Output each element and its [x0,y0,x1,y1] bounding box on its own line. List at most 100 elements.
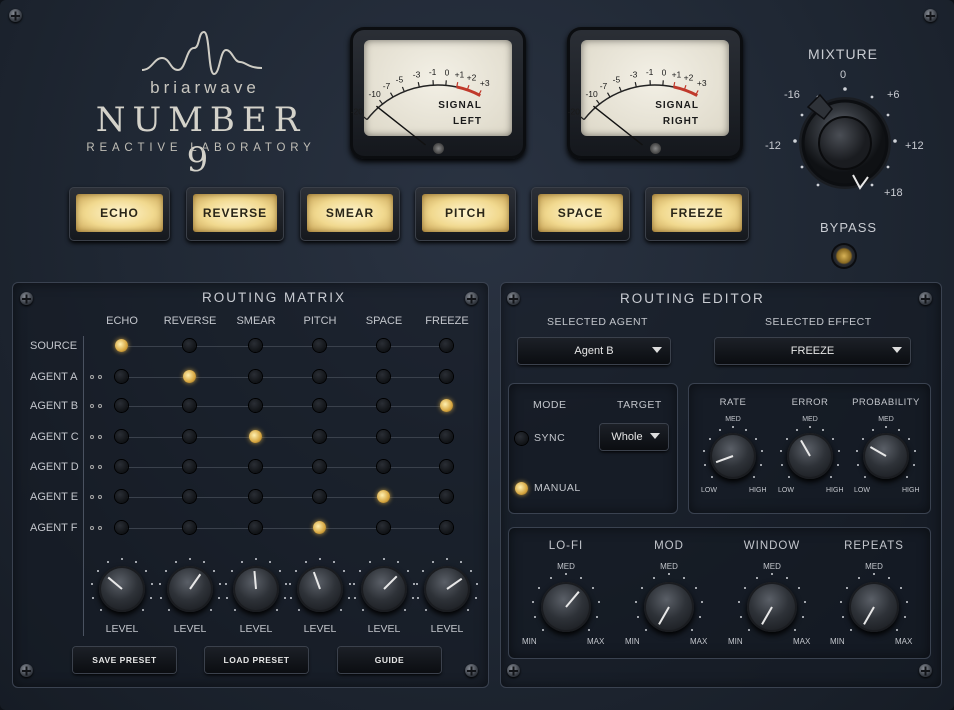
matrix-node[interactable] [440,460,453,473]
level-knob[interactable] [424,566,470,612]
matrix-node[interactable] [183,370,196,383]
effect-button-label: ECHO [76,194,163,232]
matrix-node[interactable] [249,399,262,412]
matrix-node[interactable] [249,370,262,383]
matrix-node[interactable] [440,339,453,352]
matrix-node[interactable] [440,370,453,383]
level-label: LEVEL [173,623,207,635]
knob-tick [332,561,335,564]
effect-button-label: PITCH [422,194,509,232]
fx-knob-lo-fi[interactable] [541,582,591,632]
link-icon [90,435,94,439]
matrix-node[interactable] [313,430,326,443]
effect-button-echo[interactable]: ECHO [69,187,170,241]
matrix-node[interactable] [377,399,390,412]
matrix-node[interactable] [183,490,196,503]
meter-scale-label: +3 [480,78,490,88]
effect-button-reverse[interactable]: REVERSE [186,187,284,241]
target-select[interactable]: Whole [600,424,668,450]
level-knob[interactable] [167,566,213,612]
mixture-knob[interactable] [790,85,900,200]
matrix-node[interactable] [440,399,453,412]
selected-agent-value: Agent B [574,345,614,357]
knob-tick [836,463,839,466]
fx-mid-label: MED [763,562,781,571]
matrix-column-pitch: PITCH [303,315,337,327]
matrix-node[interactable] [377,521,390,534]
fx-knob-window[interactable] [747,582,797,632]
link-icon [90,404,94,408]
meter-scale-label: +3 [697,78,707,88]
matrix-node[interactable] [249,490,262,503]
mode-manual-radio[interactable] [515,482,528,495]
meter-scale: -20-10-7-5-3 -1 0 +1 +2+3 [568,67,707,146]
level-knob[interactable] [99,566,145,612]
matrix-node[interactable] [115,460,128,473]
matrix-node[interactable] [313,399,326,412]
matrix-node[interactable] [377,339,390,352]
knob-tick [905,600,908,603]
knob-tick [861,437,864,440]
matrix-node[interactable] [313,339,326,352]
effect-button-smear[interactable]: SMEAR [300,187,400,241]
knob-tick [841,616,844,619]
level-knob[interactable] [297,566,343,612]
matrix-node[interactable] [183,521,196,534]
save-preset-button[interactable]: SAVE PRESET [73,647,176,673]
matrix-node[interactable] [313,521,326,534]
matrix-node[interactable] [115,521,128,534]
level-knob[interactable] [361,566,407,612]
mixture-tick-0: 0 [840,69,847,81]
matrix-node[interactable] [313,370,326,383]
knob-tick [591,586,594,589]
param-knob-rate[interactable] [710,433,756,479]
knob-tick [871,429,874,432]
matrix-node[interactable] [115,399,128,412]
effect-button-space[interactable]: SPACE [531,187,630,241]
matrix-node[interactable] [377,370,390,383]
guide-button[interactable]: GUIDE [338,647,441,673]
matrix-node[interactable] [249,339,262,352]
mode-sync-radio[interactable] [515,432,528,445]
knob-tick [474,597,477,600]
param-max-label: HIGH [749,487,767,494]
fx-knob-repeats[interactable] [849,582,899,632]
matrix-node[interactable] [183,430,196,443]
knob-tick [732,426,734,428]
matrix-node[interactable] [377,460,390,473]
selected-agent-select[interactable]: Agent B [518,338,670,364]
meter-scale-label: -3 [630,69,638,79]
matrix-node[interactable] [440,521,453,534]
matrix-node[interactable] [115,490,128,503]
matrix-node[interactable] [313,460,326,473]
matrix-node[interactable] [377,430,390,443]
matrix-node[interactable] [183,460,196,473]
matrix-node[interactable] [115,430,128,443]
knob-tick [803,600,806,603]
selected-effect-select[interactable]: FREEZE [715,338,910,364]
link-icon [90,495,94,499]
matrix-node[interactable] [313,490,326,503]
matrix-node[interactable] [440,430,453,443]
effect-button-freeze[interactable]: FREEZE [645,187,749,241]
matrix-node[interactable] [249,430,262,443]
matrix-node[interactable] [377,490,390,503]
matrix-node[interactable] [183,399,196,412]
param-knob-probability[interactable] [863,433,909,479]
plugin-window: briarwave NUMBER 9 REACTIVE LABORATORY -… [0,0,954,710]
level-knob[interactable] [233,566,279,612]
fx-knob-mod[interactable] [644,582,694,632]
matrix-node[interactable] [183,339,196,352]
effect-button-pitch[interactable]: PITCH [415,187,516,241]
param-knob-error[interactable] [787,433,833,479]
knob-tick [756,576,759,579]
matrix-node[interactable] [249,521,262,534]
bypass-button[interactable] [833,245,855,267]
matrix-node[interactable] [249,460,262,473]
matrix-node[interactable] [440,490,453,503]
knob-tick [682,576,685,579]
product-subtitle: REACTIVE LABORATORY [86,142,316,154]
matrix-node[interactable] [115,370,128,383]
load-preset-button[interactable]: LOAD PRESET [205,647,308,673]
matrix-node[interactable] [115,339,128,352]
